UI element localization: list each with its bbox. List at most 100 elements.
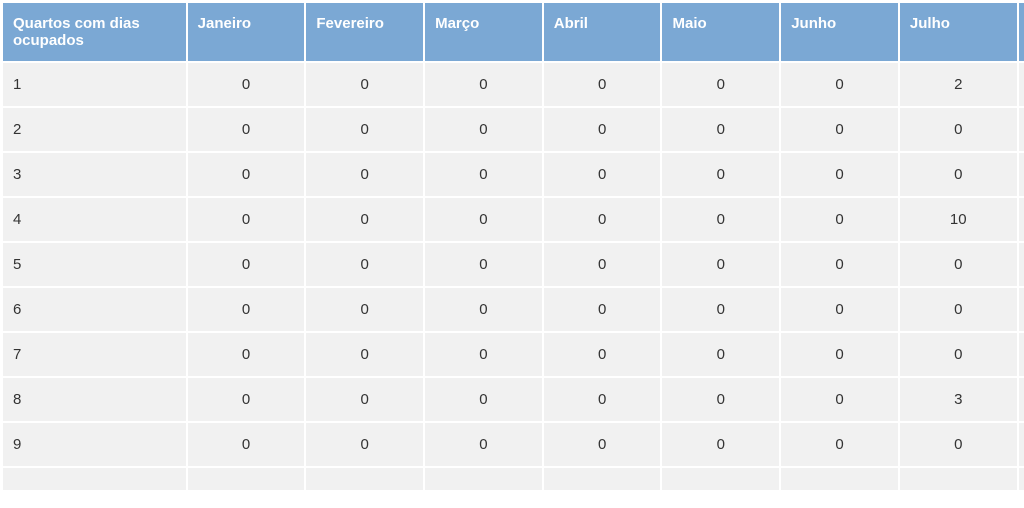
data-cell: 0	[425, 108, 542, 151]
table-row: 80000003	[3, 378, 1024, 421]
empty-cell	[662, 468, 779, 490]
table-row: 60000000	[3, 288, 1024, 331]
empty-cell	[781, 468, 898, 490]
occupancy-table: Quartos com dias ocupados Janeiro Fevere…	[1, 1, 1024, 492]
data-cell: 0	[188, 333, 305, 376]
data-cell: 0	[662, 243, 779, 286]
header-month-jan: Janeiro	[188, 3, 305, 61]
data-cell-partial	[1019, 153, 1024, 196]
header-month-mai: Maio	[662, 3, 779, 61]
header-month-jul: Julho	[900, 3, 1017, 61]
data-cell: 0	[544, 198, 661, 241]
row-label: 7	[3, 333, 186, 376]
data-cell: 0	[306, 333, 423, 376]
data-cell: 0	[544, 108, 661, 151]
empty-cell	[188, 468, 305, 490]
data-cell-partial	[1019, 198, 1024, 241]
data-cell: 0	[544, 333, 661, 376]
data-cell: 0	[662, 198, 779, 241]
header-month-fev: Fevereiro	[306, 3, 423, 61]
data-cell: 0	[425, 423, 542, 466]
empty-cell	[900, 468, 1017, 490]
data-cell-partial	[1019, 243, 1024, 286]
data-cell: 0	[544, 63, 661, 106]
row-label: 5	[3, 243, 186, 286]
data-cell: 0	[900, 243, 1017, 286]
data-cell: 0	[781, 153, 898, 196]
data-cell: 0	[188, 288, 305, 331]
data-cell-partial	[1019, 108, 1024, 151]
data-cell: 0	[662, 333, 779, 376]
data-cell: 0	[781, 423, 898, 466]
table-row: 50000000	[3, 243, 1024, 286]
row-label: 6	[3, 288, 186, 331]
row-label: 1	[3, 63, 186, 106]
data-cell: 0	[306, 63, 423, 106]
table-row: 20000000	[3, 108, 1024, 151]
data-cell: 0	[188, 198, 305, 241]
header-rooms: Quartos com dias ocupados	[3, 3, 186, 61]
data-cell: 0	[306, 153, 423, 196]
data-cell-partial	[1019, 63, 1024, 106]
empty-cell	[3, 468, 186, 490]
data-cell: 0	[306, 423, 423, 466]
data-cell: 0	[900, 153, 1017, 196]
data-cell: 0	[781, 288, 898, 331]
data-cell: 0	[188, 423, 305, 466]
data-cell: 0	[306, 243, 423, 286]
data-cell-partial	[1019, 288, 1024, 331]
data-cell-partial	[1019, 333, 1024, 376]
header-month-jun: Junho	[781, 3, 898, 61]
data-cell: 0	[425, 243, 542, 286]
data-cell: 0	[425, 378, 542, 421]
data-cell: 0	[662, 108, 779, 151]
data-cell: 0	[662, 288, 779, 331]
data-cell: 0	[306, 198, 423, 241]
data-cell: 0	[544, 153, 661, 196]
row-label: 9	[3, 423, 186, 466]
data-cell: 10	[900, 198, 1017, 241]
data-cell: 0	[544, 423, 661, 466]
table-row: 10000002	[3, 63, 1024, 106]
data-cell: 0	[900, 108, 1017, 151]
table-body: 1000000220000000300000004000000105000000…	[3, 63, 1024, 490]
empty-cell	[306, 468, 423, 490]
row-label: 3	[3, 153, 186, 196]
table-row-empty	[3, 468, 1024, 490]
data-cell: 0	[900, 423, 1017, 466]
data-cell-partial	[1019, 378, 1024, 421]
data-cell: 0	[900, 333, 1017, 376]
data-cell: 0	[544, 243, 661, 286]
data-cell: 0	[662, 423, 779, 466]
data-cell: 0	[781, 63, 898, 106]
data-cell: 0	[544, 288, 661, 331]
data-cell: 0	[662, 378, 779, 421]
data-cell: 3	[900, 378, 1017, 421]
row-label: 8	[3, 378, 186, 421]
data-cell: 0	[781, 243, 898, 286]
data-cell: 0	[188, 243, 305, 286]
data-cell: 0	[188, 63, 305, 106]
data-cell: 0	[662, 63, 779, 106]
data-cell: 0	[188, 153, 305, 196]
row-label: 2	[3, 108, 186, 151]
data-cell: 0	[544, 378, 661, 421]
empty-cell	[425, 468, 542, 490]
occupancy-table-wrapper: Quartos com dias ocupados Janeiro Fevere…	[1, 1, 1024, 492]
table-row: 90000000	[3, 423, 1024, 466]
data-cell: 0	[781, 108, 898, 151]
data-cell: 0	[781, 333, 898, 376]
data-cell: 0	[425, 288, 542, 331]
data-cell: 0	[900, 288, 1017, 331]
table-header-row: Quartos com dias ocupados Janeiro Fevere…	[3, 3, 1024, 61]
data-cell: 0	[425, 333, 542, 376]
data-cell-partial	[1019, 423, 1024, 466]
row-label: 4	[3, 198, 186, 241]
empty-cell	[1019, 468, 1024, 490]
data-cell: 0	[306, 288, 423, 331]
header-month-partial	[1019, 3, 1024, 61]
data-cell: 0	[781, 198, 898, 241]
data-cell: 0	[188, 108, 305, 151]
table-row: 70000000	[3, 333, 1024, 376]
data-cell: 0	[306, 378, 423, 421]
